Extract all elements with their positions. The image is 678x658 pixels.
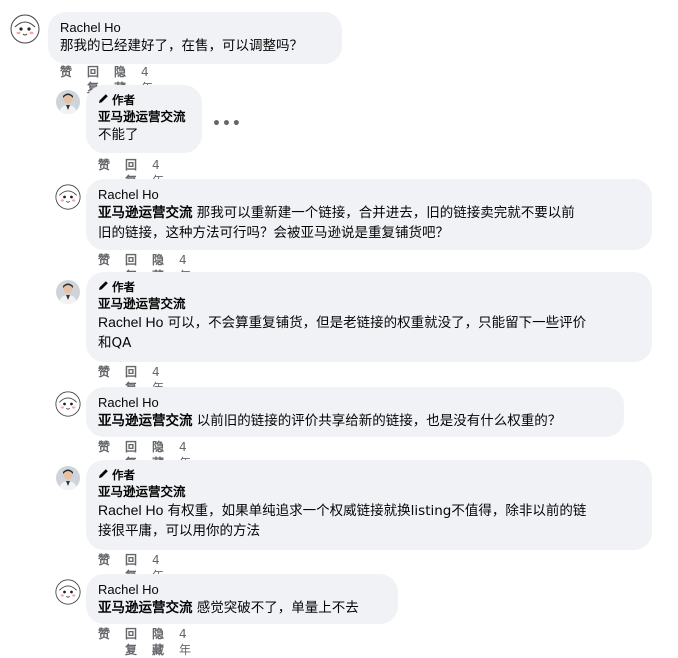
comment-text-body: 以前旧的链接的评价共享给新的链接，也是没有什么权重的？ xyxy=(196,413,562,429)
comment-bubble: 作者 亚马逊运营交流 Rachel Ho 可以，不会算重复铺货，但是老链接的权重… xyxy=(86,272,652,362)
like-button[interactable]: 赞 xyxy=(98,626,110,658)
comment-text-line-2: 旧的链接，这种方法可行吗？会被亚马逊说是重复铺货吧？ xyxy=(98,225,449,241)
comment-text: 不能了 xyxy=(98,127,139,143)
avatar[interactable] xyxy=(55,391,81,417)
cartoon-face-avatar-icon xyxy=(55,579,81,605)
hide-button[interactable]: 隐藏 xyxy=(152,626,164,658)
mention-page-name[interactable]: 亚马逊运营交流 xyxy=(98,600,193,616)
author-badge: 作者 xyxy=(98,93,190,108)
pencil-icon xyxy=(98,280,109,295)
commenter-name[interactable]: Rachel Ho xyxy=(98,582,386,598)
reply-button[interactable]: 回复 xyxy=(125,626,137,658)
author-photo-avatar-icon xyxy=(56,466,80,490)
comment-text: 那我的已经建好了，在售，可以调整吗？ xyxy=(60,38,303,54)
comment-bubble: Rachel Ho 那我的已经建好了，在售，可以调整吗？ xyxy=(48,12,342,64)
comment-text-body: 感觉突破不了，单量上不去 xyxy=(196,600,359,616)
cartoon-face-avatar-icon xyxy=(10,14,40,44)
cartoon-face-avatar-icon xyxy=(55,184,81,210)
author-badge-label: 作者 xyxy=(112,468,135,482)
avatar[interactable] xyxy=(56,280,80,304)
author-photo-avatar-icon xyxy=(56,280,80,304)
avatar[interactable] xyxy=(56,90,80,114)
page-name[interactable]: 亚马逊运营交流 xyxy=(98,108,190,125)
cartoon-face-avatar-icon xyxy=(55,391,81,417)
author-badge: 作者 xyxy=(98,280,640,295)
pencil-icon xyxy=(98,93,109,108)
comment-bubble: 作者 亚马逊运营交流 Rachel Ho 有权重，如果单纯追求一个权威链接就换l… xyxy=(86,460,652,550)
commenter-name[interactable]: Rachel Ho xyxy=(98,187,640,203)
mention-commenter[interactable]: Rachel Ho xyxy=(98,314,163,330)
comment-text-line-2: 和QA xyxy=(98,335,132,351)
comment-bubble: Rachel Ho 亚马逊运营交流 那我可以重新建一个链接，合并进去，旧的链接卖… xyxy=(86,179,652,250)
comment-text-line-1: 那我可以重新建一个链接，合并进去，旧的链接卖完就不要以前 xyxy=(196,205,575,221)
author-badge-label: 作者 xyxy=(112,93,135,107)
avatar[interactable] xyxy=(56,466,80,490)
mention-page-name[interactable]: 亚马逊运营交流 xyxy=(98,413,193,429)
author-photo-avatar-icon xyxy=(56,90,80,114)
comment-text: 亚马逊运营交流 那我可以重新建一个链接，合并进去，旧的链接卖完就不要以前 旧的链… xyxy=(98,203,640,243)
mention-commenter[interactable]: Rachel Ho xyxy=(98,502,163,518)
comment-text: 亚马逊运营交流 以前旧的链接的评价共享给新的链接，也是没有什么权重的？ xyxy=(98,411,612,431)
commenter-name[interactable]: Rachel Ho xyxy=(98,395,612,411)
comment-bubble: 作者 亚马逊运营交流 不能了 xyxy=(86,85,202,153)
comment-text: Rachel Ho 可以，不会算重复铺货，但是老链接的权重就没了，只能留下一些评… xyxy=(98,312,640,353)
comment-text-line-1: 有权重，如果单纯追求一个权威链接就换listing不值得，除非以前的链 xyxy=(167,503,587,519)
pencil-icon xyxy=(98,468,109,483)
comment-text: Rachel Ho 有权重，如果单纯追求一个权威链接就换listing不值得，除… xyxy=(98,500,640,541)
author-badge: 作者 xyxy=(98,468,640,483)
timestamp[interactable]: 4年 xyxy=(179,626,191,658)
comment-bubble: Rachel Ho 亚马逊运营交流 感觉突破不了，单量上不去 xyxy=(86,574,398,624)
commenter-name[interactable]: Rachel Ho xyxy=(60,20,330,36)
comment-text-line-1: 可以，不会算重复铺货，但是老链接的权重就没了，只能留下一些评价 xyxy=(167,315,587,331)
comment-text-line-2: 接很平庸，可以用你的方法 xyxy=(98,523,260,539)
author-badge-label: 作者 xyxy=(112,280,135,294)
comment-bubble: Rachel Ho 亚马逊运营交流 以前旧的链接的评价共享给新的链接，也是没有什… xyxy=(86,387,624,437)
avatar[interactable] xyxy=(55,184,81,210)
avatar[interactable] xyxy=(10,14,40,44)
mention-page-name[interactable]: 亚马逊运营交流 xyxy=(98,205,193,221)
page-name[interactable]: 亚马逊运营交流 xyxy=(98,483,640,500)
more-options-button[interactable]: ••• xyxy=(212,117,242,131)
comment-text: 亚马逊运营交流 感觉突破不了，单量上不去 xyxy=(98,598,386,618)
comment-actions: 赞 回复 隐藏 4年 xyxy=(98,626,206,658)
page-name[interactable]: 亚马逊运营交流 xyxy=(98,295,640,312)
avatar[interactable] xyxy=(55,579,81,605)
